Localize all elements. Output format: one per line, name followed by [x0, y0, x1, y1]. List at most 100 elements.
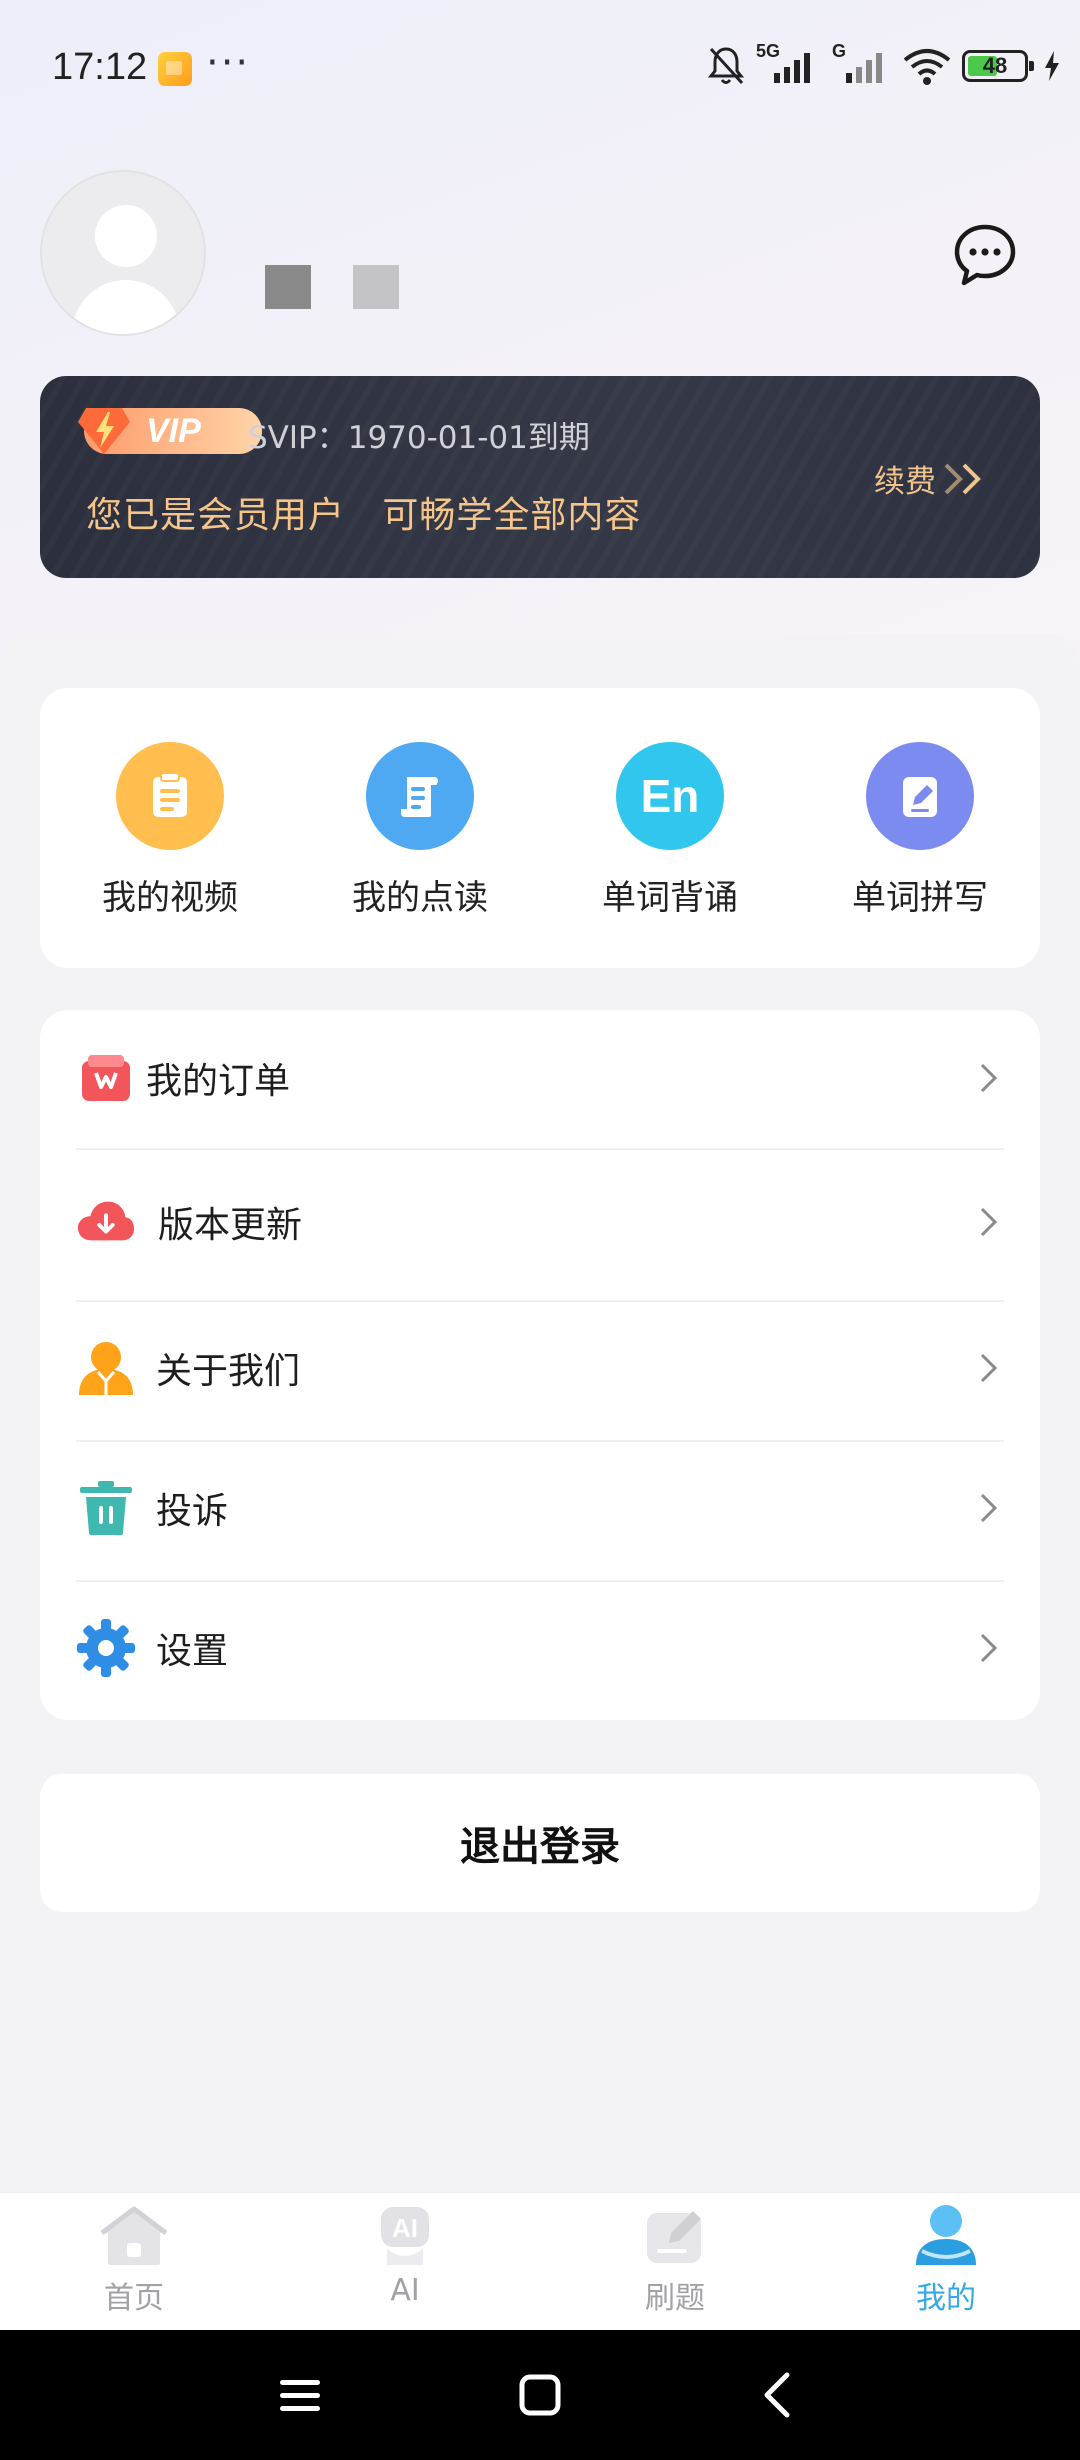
bottom-tab-bar: 首页 AI AI 刷题 我的 [0, 2192, 1080, 2330]
trash-glyph [80, 1481, 132, 1535]
renew-button[interactable]: 续费 [874, 456, 986, 501]
chevron-right-icon [980, 1063, 998, 1093]
tab-ai[interactable]: AI AI [325, 2203, 485, 2308]
notification-app-icon [158, 52, 192, 86]
profile-glyph [916, 2205, 976, 2265]
divider [76, 1440, 1004, 1442]
order-bag-glyph [82, 1055, 130, 1101]
signal-bars-weak-icon [846, 53, 882, 83]
quick-label: 我的视频 [102, 878, 238, 918]
home-glyph [100, 2206, 168, 2265]
menu-item-orders[interactable]: 我的订单 [76, 1038, 1004, 1118]
vip-gem-icon [78, 408, 130, 454]
gear-icon [76, 1618, 136, 1678]
wifi-icon [903, 49, 951, 85]
quick-my-reading[interactable]: 我的点读 [320, 742, 520, 919]
vip-badge-text: VIP [146, 412, 201, 450]
order-bag-icon [76, 1048, 136, 1108]
status-time: 17:12 [52, 46, 148, 88]
mute-bell-icon [707, 47, 745, 85]
menu-item-settings[interactable]: 设置 [76, 1608, 1004, 1688]
chevron-right-icon [980, 1633, 998, 1663]
double-chevron-right-icon [944, 463, 981, 494]
home-icon [96, 2203, 172, 2269]
status-bar: 17:12 ··· 5G G 48 [0, 0, 1080, 130]
cloud-download-glyph [77, 1201, 135, 1241]
quick-word-spelling[interactable]: 单词拼写 [820, 742, 1020, 919]
signal-bars-icon [774, 53, 810, 83]
chevron-right-icon [980, 1493, 998, 1523]
en-glyph: En [640, 770, 700, 822]
ai-robot-glyph: AI [381, 2207, 429, 2265]
quick-label: 单词背诵 [602, 878, 738, 918]
chat-bubble-icon [954, 224, 1016, 286]
message-button[interactable] [952, 222, 1018, 288]
battery-level: 48 [982, 53, 1008, 78]
person-info-glyph [79, 1342, 133, 1395]
quick-actions-card: 我的视频 我的点读 En 单词背诵 单词拼写 [40, 688, 1040, 968]
chevron-right-icon [980, 1353, 998, 1383]
charging-icon [1045, 51, 1059, 81]
avatar[interactable] [40, 170, 206, 336]
username-block-1 [265, 265, 311, 309]
vip-card[interactable]: VIP SVIP：1970-01-01到期 您已是会员用户 可畅学全部内容 续费 [40, 376, 1040, 578]
logout-button[interactable]: 退出登录 [40, 1774, 1040, 1912]
menu-item-complaint[interactable]: 投诉 [76, 1468, 1004, 1548]
menu-icon[interactable] [265, 2360, 335, 2430]
ai-robot-icon: AI [367, 2203, 443, 2269]
svg-text:AI: AI [392, 2213, 418, 2243]
system-nav-bar [0, 2330, 1080, 2460]
battery-indicator: 48 [962, 50, 1034, 82]
menu-label: 投诉 [156, 1491, 229, 1532]
vip-expire-text: SVIP：1970-01-01到期 [248, 420, 590, 456]
signal-5g: 5G [756, 41, 822, 87]
back-icon[interactable] [745, 2360, 815, 2430]
tab-profile[interactable]: 我的 [866, 2203, 1026, 2317]
default-avatar-icon [95, 205, 157, 267]
home-nav-icon[interactable] [505, 2360, 575, 2430]
edit-note-icon [866, 742, 974, 850]
en-icon: En [616, 742, 724, 850]
divider [76, 1148, 1004, 1150]
menu-label: 关于我们 [156, 1351, 301, 1392]
video-doc-glyph [153, 772, 187, 817]
quick-label: 单词拼写 [852, 878, 988, 918]
divider [76, 1300, 1004, 1302]
trash-icon [76, 1478, 136, 1538]
username-block-2 [353, 265, 399, 309]
username-redacted [265, 265, 399, 309]
status-more-icon: ··· [206, 40, 251, 86]
gear-glyph [77, 1619, 135, 1677]
menu-label: 版本更新 [158, 1205, 303, 1246]
tab-label: AI [390, 2273, 420, 2308]
practice-glyph [647, 2211, 701, 2263]
status-indicators: 5G G 48 [706, 41, 1060, 88]
renew-label: 续费 [874, 464, 936, 500]
edit-note-glyph [903, 777, 937, 817]
vip-badge: VIP [78, 408, 262, 454]
person-info-icon [76, 1338, 136, 1398]
tab-label: 首页 [104, 2281, 164, 2316]
menu-list: 我的订单 版本更新 关于我们 投诉 设置 [40, 1010, 1040, 1720]
tab-label: 刷题 [645, 2281, 705, 2316]
book-scroll-glyph [401, 777, 438, 817]
cloud-download-icon [76, 1192, 136, 1252]
avatar-body-shape [72, 280, 180, 334]
menu-label: 我的订单 [146, 1061, 291, 1102]
profile-icon [908, 2203, 984, 2269]
chevron-right-icon [980, 1207, 998, 1237]
book-scroll-icon [366, 742, 474, 850]
menu-label: 设置 [156, 1631, 229, 1672]
practice-icon [637, 2203, 713, 2269]
signal-g: G [832, 41, 892, 87]
tab-home[interactable]: 首页 [54, 2203, 214, 2317]
vip-description: 您已是会员用户 可畅学全部内容 [86, 495, 642, 536]
quick-my-videos[interactable]: 我的视频 [70, 742, 270, 919]
tab-label: 我的 [916, 2281, 976, 2316]
tab-practice[interactable]: 刷题 [595, 2203, 755, 2317]
video-doc-icon [116, 742, 224, 850]
quick-word-recite[interactable]: En 单词背诵 [570, 742, 770, 919]
menu-item-about-us[interactable]: 关于我们 [76, 1328, 1004, 1408]
divider [76, 1580, 1004, 1582]
menu-item-version-update[interactable]: 版本更新 [76, 1182, 1004, 1262]
